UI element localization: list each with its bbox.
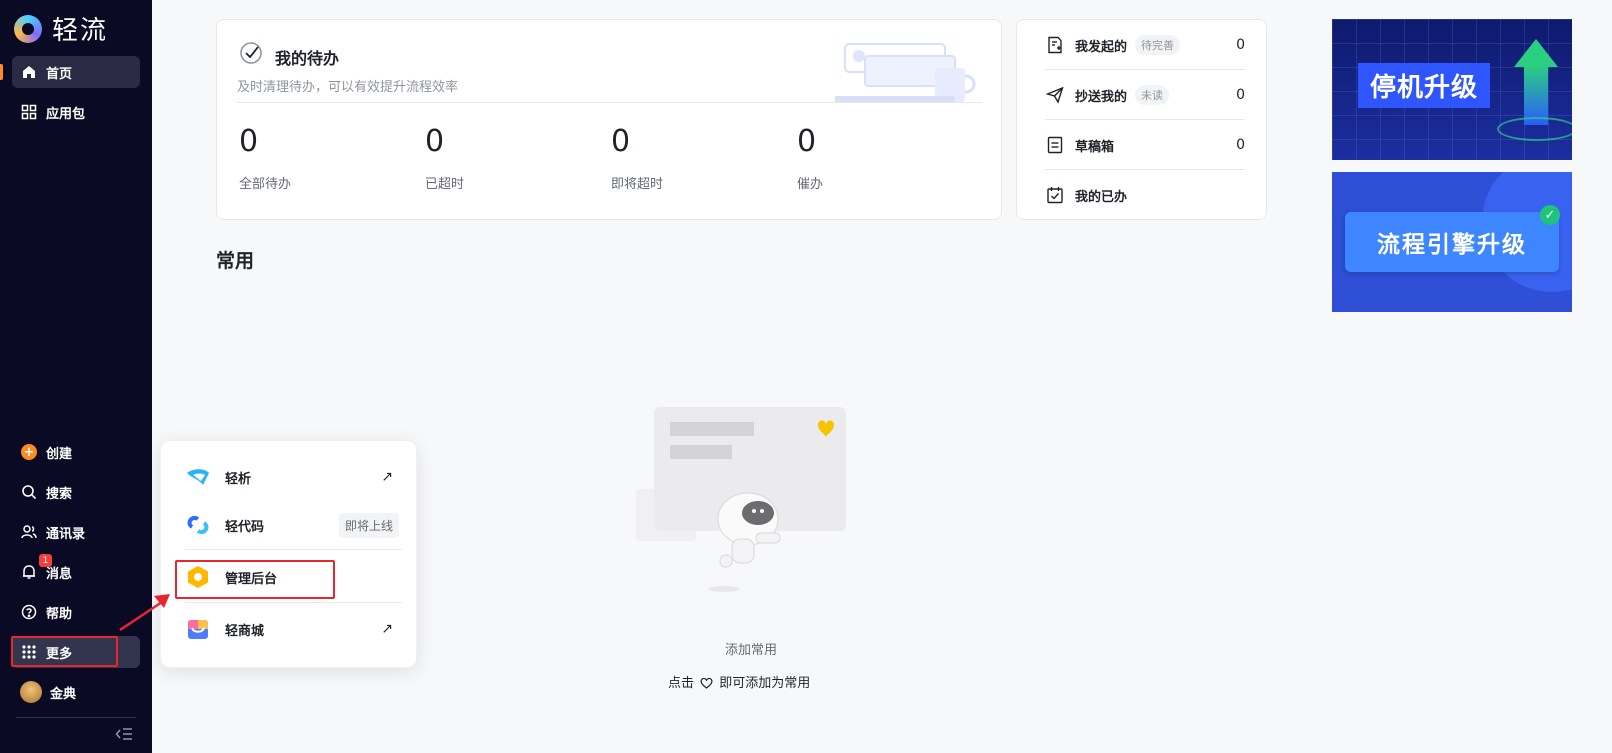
list-item-label: 抄送我的 — [1075, 89, 1128, 105]
menu-item-label: 轻析 — [225, 471, 252, 487]
sidebar-item-label: 帮助 — [46, 606, 73, 622]
empty-state-title: 添加常用 — [724, 643, 777, 658]
sidebar-item-label: 首页 — [46, 66, 73, 82]
list-item-count: 0 — [1236, 87, 1245, 103]
stat-all-todo[interactable]: 0 全部待办 — [239, 124, 291, 192]
stat-label: 即将超时 — [611, 177, 664, 192]
hint-prefix: 点击 — [668, 676, 695, 691]
status-badge: 待完善 — [1135, 35, 1181, 55]
grid-icon — [20, 103, 38, 121]
list-item-cc[interactable]: 抄送我的 未读 0 — [1045, 70, 1245, 120]
list-item-done[interactable]: 我的已办 — [1045, 170, 1245, 220]
message-badge: 1 — [39, 554, 52, 567]
highlight-box-admin — [175, 560, 335, 599]
stat-value: 0 — [239, 124, 259, 159]
coming-soon-badge: 即将上线 — [338, 512, 399, 538]
ring-decoration — [1497, 117, 1572, 141]
qingdaima-icon — [185, 512, 211, 538]
collapse-sidebar-icon[interactable] — [115, 727, 133, 745]
sidebar-item-label: 应用包 — [46, 106, 86, 122]
menu-item-label: 轻商城 — [225, 623, 265, 639]
empty-state-illustration — [636, 407, 846, 592]
list-item-count: 0 — [1236, 137, 1245, 153]
up-arrow-stem — [1524, 65, 1548, 125]
send-icon — [1045, 85, 1065, 105]
list-item-label: 草稿箱 — [1075, 139, 1115, 155]
external-link-icon: ↗ — [381, 621, 393, 637]
stat-label: 催办 — [797, 177, 824, 192]
menu-item-mall[interactable]: 轻商城 ↗ — [185, 609, 405, 649]
heart-icon — [700, 677, 713, 693]
sidebar-divider — [16, 717, 136, 718]
section-title-common: 常用 — [216, 250, 255, 272]
stat-label: 全部待办 — [239, 177, 292, 192]
menu-item-qingxi[interactable]: 轻析 ↗ — [185, 457, 405, 497]
annotation-arrow-icon — [119, 594, 170, 632]
menu-item-label: 轻代码 — [225, 519, 265, 535]
menu-item-qingdaima[interactable]: 轻代码 即将上线 — [185, 505, 405, 545]
divider — [185, 549, 402, 550]
sidebar-item-create[interactable]: + 创建 — [12, 436, 140, 468]
mall-icon — [185, 616, 211, 642]
check-badge-icon: ✓ — [1540, 205, 1560, 225]
app-logo[interactable]: 轻流 — [14, 10, 108, 47]
doc-plus-icon — [1045, 35, 1065, 55]
divider — [185, 602, 402, 603]
highlight-box-more — [11, 636, 118, 667]
sidebar-item-search[interactable]: 搜索 — [12, 476, 140, 508]
app-name: 轻流 — [52, 16, 109, 46]
stat-value: 0 — [611, 124, 631, 159]
plus-circle-icon: + — [20, 443, 38, 461]
calendar-check-icon — [1045, 185, 1065, 205]
logo-icon — [14, 14, 42, 43]
list-item-label: 我发起的 — [1075, 39, 1128, 55]
stat-urged[interactable]: 0 催办 — [797, 124, 823, 192]
active-indicator — [0, 64, 3, 80]
banner-maintenance-upgrade[interactable]: 停机升级 — [1332, 19, 1572, 160]
stat-label: 已超时 — [425, 177, 465, 192]
list-item-initiated[interactable]: 我发起的 待完善 0 — [1045, 20, 1245, 70]
stat-value: 0 — [425, 124, 445, 159]
banner-label: 流程引擎升级 — [1345, 212, 1559, 272]
bell-icon — [20, 563, 38, 581]
list-item-count: 0 — [1236, 37, 1245, 53]
todo-title: 我的待办 — [275, 49, 340, 68]
qingxi-icon — [185, 464, 211, 490]
list-item-drafts[interactable]: 草稿箱 0 — [1045, 120, 1245, 170]
todo-illustration — [835, 43, 976, 102]
sidebar-item-label: 金典 — [50, 686, 77, 702]
check-circle-icon — [240, 42, 262, 64]
home-icon — [20, 63, 38, 81]
sidebar-item-contacts[interactable]: 通讯录 — [12, 516, 140, 548]
todo-subtitle: 及时清理待办，可以有效提升流程效率 — [237, 80, 459, 95]
todo-card: 我的待办 及时清理待办，可以有效提升流程效率 0 全部待办 0 已超时 0 即将… — [216, 19, 1002, 220]
more-menu-popup: 轻析 ↗ 轻代码 即将上线 管理后台 轻商城 ↗ — [160, 440, 417, 668]
sidebar-item-profile[interactable]: 金典 — [12, 676, 140, 708]
external-link-icon: ↗ — [381, 469, 393, 485]
contacts-icon — [20, 523, 38, 541]
banner-engine-upgrade[interactable]: 流程引擎升级 ✓ — [1332, 172, 1572, 312]
stat-due-soon[interactable]: 0 即将超时 — [611, 124, 663, 192]
sidebar: 轻流 首页 应用包 + 创建 搜索 通讯录 消息 1 帮助 更多 金典 — [0, 0, 152, 753]
sidebar-item-label: 创建 — [46, 446, 73, 462]
sidebar-item-messages[interactable]: 消息 — [12, 556, 140, 588]
sidebar-item-app-package[interactable]: 应用包 — [12, 96, 140, 128]
up-arrow-icon — [1514, 39, 1558, 67]
stat-value: 0 — [797, 124, 817, 159]
status-badge: 未读 — [1135, 85, 1170, 105]
avatar — [20, 681, 42, 703]
quick-list-card: 我发起的 待完善 0 抄送我的 未读 0 草稿箱 0 我的已办 — [1016, 19, 1267, 220]
search-icon — [20, 483, 38, 501]
sidebar-item-label: 通讯录 — [46, 526, 86, 542]
empty-state-hint: 点击 即可添加为常用 — [668, 672, 810, 693]
sidebar-item-label: 搜索 — [46, 486, 73, 502]
list-item-label: 我的已办 — [1075, 189, 1128, 205]
banner-label: 停机升级 — [1358, 63, 1491, 108]
help-icon — [20, 603, 38, 621]
stat-overdue[interactable]: 0 已超时 — [425, 124, 464, 192]
sidebar-item-home[interactable]: 首页 — [12, 56, 140, 88]
hint-suffix: 即可添加为常用 — [719, 676, 811, 691]
draft-icon — [1045, 135, 1065, 155]
